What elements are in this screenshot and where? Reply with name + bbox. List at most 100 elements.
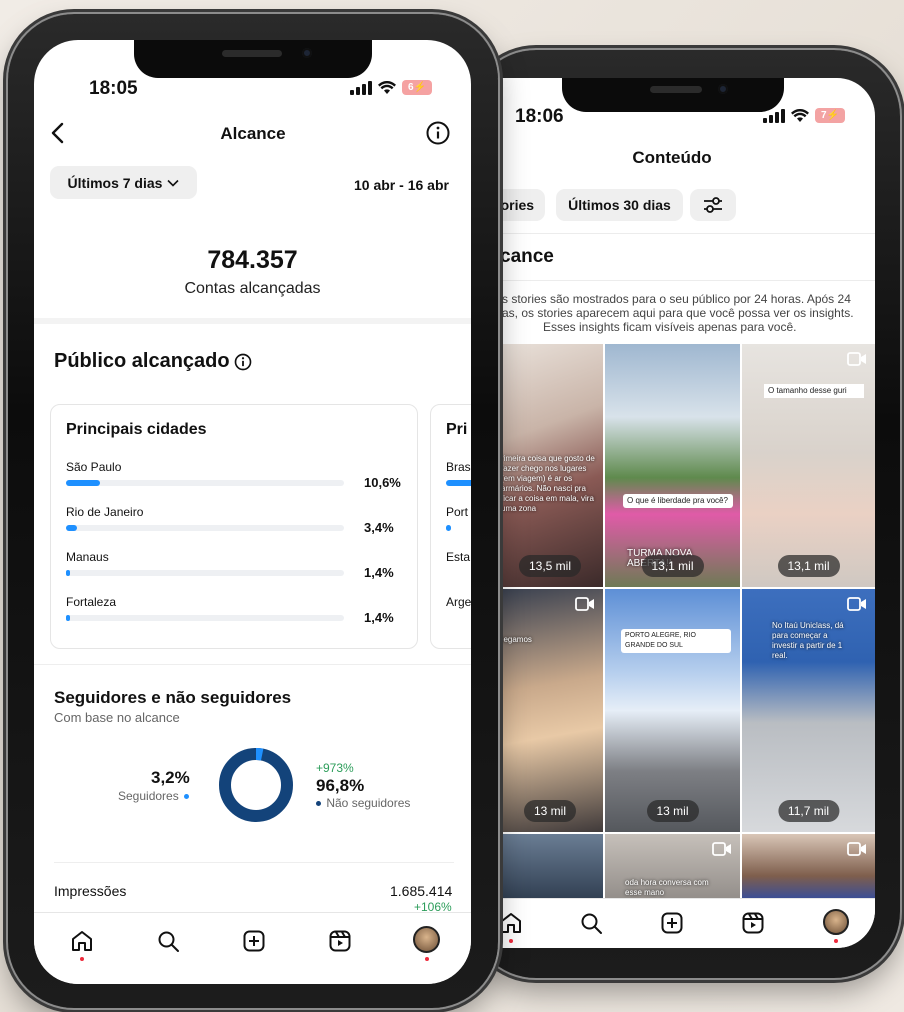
search-icon[interactable] — [156, 929, 180, 953]
page-title: Alcance — [220, 124, 286, 143]
create-icon[interactable] — [242, 929, 266, 953]
stories-grid: rimeira coisa que gosto de fazer chego n… — [497, 344, 875, 904]
city-bar-fill — [66, 615, 71, 621]
impressions-label: Impressões — [54, 883, 127, 899]
legend-dot — [316, 801, 321, 807]
story-tile[interactable]: O tamanho desse guri 13,1 mil — [742, 344, 875, 587]
story-tile[interactable]: rimeira coisa que gosto de fazer chego n… — [497, 344, 603, 587]
battery-icon: 6⚡ — [402, 80, 432, 95]
back-icon[interactable] — [50, 122, 66, 144]
profile-icon[interactable] — [823, 909, 849, 935]
country-row: Esta — [446, 550, 471, 564]
chip-stories[interactable]: tories — [497, 189, 545, 221]
followers-pct: 3,2% — [151, 768, 190, 787]
city-name: Rio de Janeiro — [66, 505, 144, 519]
date-range: 10 abr - 16 abr — [354, 177, 449, 193]
info-text-1: s stories são mostrados para o seu públi… — [502, 292, 851, 306]
impressions-value: 1.685.414 — [390, 883, 453, 899]
story-caption: rimeira coisa que gosto de fazer chego n… — [501, 454, 595, 513]
city-bar-fill — [66, 525, 77, 531]
followers-title: Seguidores e não seguidores — [54, 688, 292, 707]
city-name: Fortaleza — [66, 595, 117, 609]
story-reach-badge: 11,7 mil — [777, 800, 840, 822]
info-icon[interactable] — [426, 121, 450, 145]
home-icon[interactable] — [499, 911, 523, 935]
left-notch — [134, 40, 372, 78]
city-bar-track — [66, 570, 344, 576]
profile-icon[interactable] — [413, 926, 440, 953]
city-pct: 1,4% — [364, 565, 394, 580]
story-caption: O tamanho desse guri — [764, 384, 864, 398]
video-icon — [847, 597, 866, 611]
story-reach-badge: 13 mil — [646, 800, 699, 822]
city-bar-fill — [66, 480, 100, 486]
story-tile[interactable]: PORTO ALEGRE, RIO GRANDE DO SUL 13 mil — [605, 589, 740, 832]
video-icon — [847, 842, 866, 856]
story-caption: PORTO ALEGRE, RIO GRANDE DO SUL — [621, 629, 731, 653]
city-bar-track — [66, 615, 344, 621]
status-icons: 6⚡ — [350, 80, 432, 95]
cities-card-title: Principais cidades — [66, 421, 207, 438]
right-notch — [562, 78, 784, 112]
story-tile[interactable]: hegamos 13 mil — [497, 589, 603, 832]
signal-icon — [350, 80, 372, 95]
story-caption: hegamos — [499, 635, 532, 644]
section-title: cance — [500, 246, 554, 267]
filter-button[interactable] — [690, 189, 736, 221]
audience-title: Público alcançado — [54, 350, 230, 372]
create-icon[interactable] — [660, 911, 684, 935]
left-screen: 18:05 6⚡ Alcance Últimos 7 dias 10 abr -… — [34, 40, 471, 984]
followers-subtitle: Com base no alcance — [54, 710, 180, 725]
story-reach-badge: 13 mil — [523, 800, 577, 822]
status-time: 18:06 — [515, 106, 564, 127]
info-icon[interactable] — [234, 353, 252, 371]
city-pct: 1,4% — [364, 610, 394, 625]
donut-non-followers-slice — [219, 748, 293, 822]
country-row: Bras — [446, 460, 471, 474]
home-icon[interactable] — [70, 929, 94, 953]
story-tile[interactable] — [497, 834, 603, 904]
city-name: Manaus — [66, 550, 109, 564]
reels-icon[interactable] — [328, 929, 352, 953]
info-text-3: Esses insights ficam visíveis apenas par… — [543, 320, 797, 334]
info-text-2: as, os stories aparecem aqui para que vo… — [502, 306, 854, 320]
story-tile[interactable]: O que é liberdade pra você?TURMA NOVA AB… — [605, 344, 740, 587]
city-bar-track — [66, 480, 344, 486]
story-caption: No Itaú Uniclass, dá para começar a inve… — [772, 621, 844, 660]
story-tile[interactable] — [742, 834, 875, 904]
non-followers-label: Não seguidores — [316, 796, 410, 810]
search-icon[interactable] — [579, 911, 603, 935]
period-label: Últimos 7 dias — [67, 174, 163, 191]
story-reach-badge: 13,5 mil — [518, 555, 582, 577]
city-pct: 3,4% — [364, 520, 394, 535]
chevron-down-icon — [167, 179, 180, 187]
battery-icon: 7⚡ — [815, 108, 845, 123]
sliders-icon — [704, 197, 722, 213]
legend-dot — [184, 794, 190, 800]
video-icon — [575, 597, 594, 611]
wifi-icon — [378, 80, 396, 94]
non-followers-pct: 96,8% — [316, 776, 365, 795]
accounts-reached-label: Contas alcançadas — [184, 280, 321, 297]
story-caption: O que é liberdade pra você? — [623, 494, 733, 508]
followers-donut-chart — [219, 748, 293, 822]
chip-period[interactable]: Últimos 30 dias — [556, 189, 683, 221]
story-caption: oda hora conversa com esse mano — [625, 878, 709, 897]
country-row: Port — [446, 505, 469, 519]
city-bar-track — [66, 525, 344, 531]
reels-icon[interactable] — [741, 911, 765, 935]
video-icon — [847, 352, 866, 366]
right-screen: 18:06 7⚡ Conteúdo tories Últimos 30 dias… — [497, 78, 875, 948]
city-pct: 10,6% — [364, 475, 401, 490]
country-row: Arge — [446, 595, 471, 609]
city-bar-fill — [66, 570, 71, 576]
story-tile[interactable]: No Itaú Uniclass, dá para começar a inve… — [742, 589, 875, 832]
page-title: Conteúdo — [632, 148, 712, 167]
period-dropdown[interactable]: Últimos 7 dias — [50, 166, 197, 199]
status-time: 18:05 — [89, 78, 138, 99]
countries-card-title: Pri — [446, 421, 468, 438]
followers-label: Seguidores — [118, 789, 190, 803]
story-tile[interactable]: oda hora conversa com esse mano — [605, 834, 740, 904]
wifi-icon — [791, 108, 809, 122]
bottom-nav — [34, 913, 471, 984]
